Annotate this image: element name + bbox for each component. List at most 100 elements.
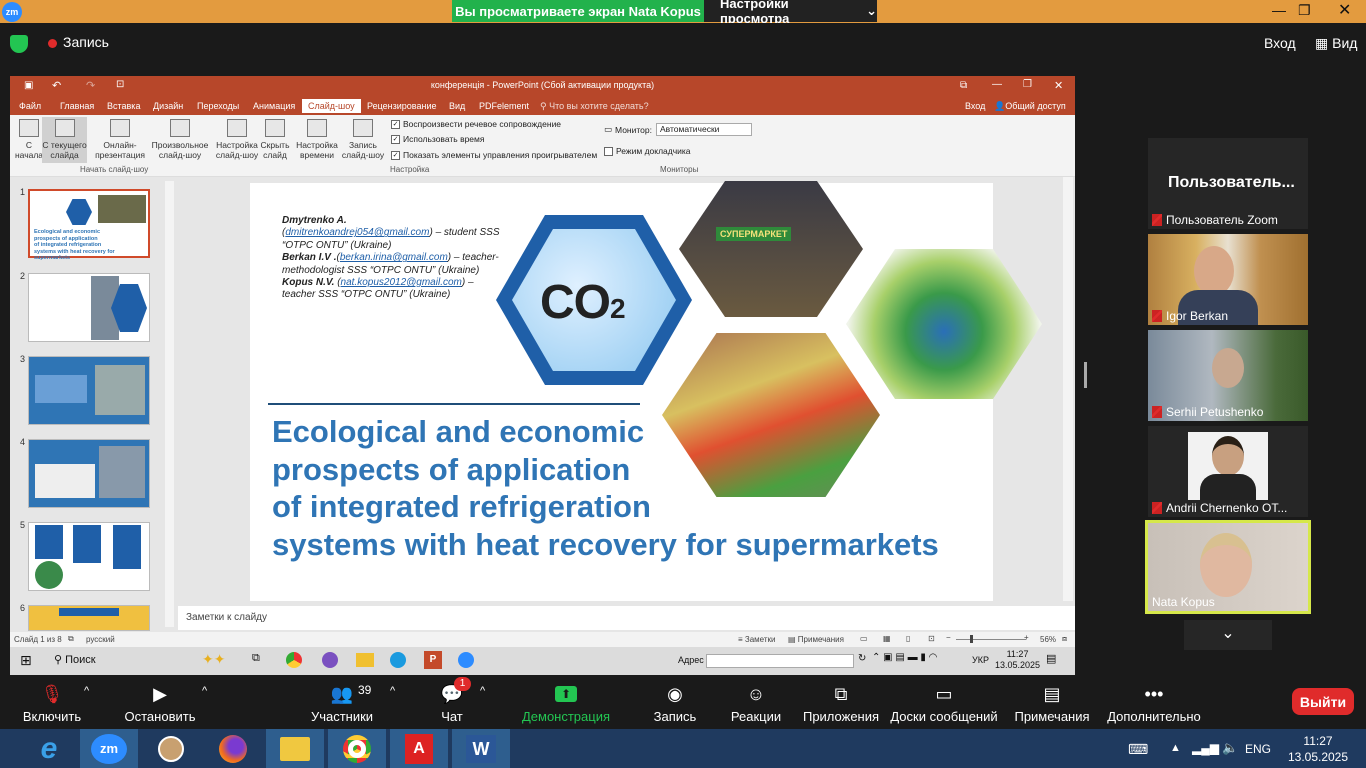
notification-icon[interactable]: ▤ [1046, 652, 1056, 665]
keyboard-icon[interactable]: ⌨ [1128, 741, 1148, 758]
online-presentation-button[interactable]: Онлайн-презентация [90, 119, 150, 160]
slide-scrollbar[interactable] [1063, 177, 1073, 601]
sorter-view-icon[interactable]: ▦ [883, 634, 891, 643]
reactions-button[interactable]: ☺ Реакции [728, 675, 784, 725]
user-app-icon[interactable] [142, 729, 200, 768]
menu-home[interactable]: Главная [60, 101, 94, 111]
view-options-button[interactable]: Настройки просмотра ⌄ [704, 0, 877, 26]
close-icon[interactable]: ✕ [1338, 0, 1351, 20]
more-button[interactable]: ••• Дополнительно [1106, 675, 1202, 725]
participant-tile[interactable]: Andrii Chernenko OT... [1148, 426, 1308, 517]
slide-thumb-2[interactable] [28, 273, 150, 342]
address-input[interactable] [706, 654, 854, 668]
zoom-taskbar-icon[interactable]: zm [80, 729, 138, 768]
ribbon-display-icon[interactable]: ⧉ [960, 80, 967, 91]
normal-view-icon[interactable]: ▭ [860, 634, 868, 643]
custom-slideshow-button[interactable]: Произвольное слайд-шоу [150, 119, 210, 160]
tray-icons[interactable]: ⌃ ▣ ▤ ▬ ▮ ◠ [872, 652, 937, 663]
menu-review[interactable]: Рецензирование [367, 101, 437, 111]
menu-slideshow[interactable]: Слайд-шоу [302, 99, 361, 113]
chrome-icon[interactable] [286, 652, 302, 668]
windows-start-icon[interactable]: ⊞ [20, 652, 32, 669]
remote-clock[interactable]: 11:27 13.05.2025 [995, 649, 1040, 671]
whiteboards-button[interactable]: ▭ Доски сообщений [890, 675, 998, 725]
splitter-handle[interactable] [1084, 362, 1087, 388]
zoom-app-icon[interactable] [458, 652, 474, 668]
viber-icon[interactable] [322, 652, 338, 668]
remote-lang[interactable]: УКР [972, 655, 989, 665]
comments-toggle[interactable]: ▤ Примечания [788, 635, 844, 644]
setup-slideshow-button[interactable]: Настройка слайд-шоу [214, 119, 260, 160]
zoom-slider-thumb[interactable] [970, 635, 973, 643]
maximize-icon[interactable]: ❐ [1298, 2, 1311, 19]
spellcheck-icon[interactable]: ⧉ [68, 634, 74, 644]
edge-icon[interactable] [390, 652, 406, 668]
shield-icon[interactable] [10, 35, 28, 53]
thumbs-scrollbar[interactable] [165, 181, 174, 627]
task-view-icon[interactable]: ⧉ [252, 652, 260, 665]
word-icon[interactable]: W [452, 729, 510, 768]
slide-thumb-5[interactable] [28, 522, 150, 591]
share-button[interactable]: 👤Общий доступ [994, 101, 1066, 112]
participant-tile[interactable]: Пользователь... Пользователь Zoom [1148, 138, 1308, 229]
pp-maximize-icon[interactable]: ❐ [1023, 79, 1032, 90]
system-clock[interactable]: 11:27 13.05.2025 [1278, 733, 1358, 765]
zoom-out-icon[interactable]: − [946, 633, 951, 642]
rehearse-timings-button[interactable]: Настройка времени [294, 119, 340, 160]
remote-search-box[interactable]: ⚲ Поиск [54, 653, 96, 666]
monitor-select[interactable]: Автоматически [656, 123, 752, 136]
menu-insert[interactable]: Вставка [107, 101, 140, 111]
file-explorer-icon[interactable] [266, 729, 324, 768]
chat-chevron-icon[interactable]: ^ [480, 685, 485, 697]
hide-slide-button[interactable]: Скрыть слайд [258, 119, 292, 160]
slide-thumb-3[interactable] [28, 356, 150, 425]
timings-checkbox[interactable]: ✓ Использовать время [391, 134, 484, 144]
fit-slide-icon[interactable]: ⧈ [1062, 634, 1067, 644]
menu-animation[interactable]: Анимация [253, 101, 295, 111]
record-slideshow-button[interactable]: Запись слайд-шоу [338, 119, 388, 160]
menu-file[interactable]: Файл [19, 101, 41, 111]
slide-canvas[interactable]: Dmytrenko A. (dmitrenkoandrej054@gmail.c… [250, 181, 1042, 601]
participant-tile[interactable]: Serhii Petushenko [1148, 330, 1308, 421]
signin-button[interactable]: Вход [965, 101, 985, 111]
pp-close-icon[interactable]: ✕ [1054, 79, 1063, 92]
language-indicator[interactable]: ENG [1245, 742, 1271, 756]
enter-button[interactable]: Вход [1264, 35, 1296, 51]
menu-design[interactable]: Дизайн [153, 101, 183, 111]
ie-icon[interactable]: e [20, 729, 78, 768]
from-current-button[interactable]: С текущего слайда [42, 117, 87, 163]
controls-checkbox[interactable]: ✓ Показать элементы управления проигрыват… [391, 150, 597, 160]
narration-checkbox[interactable]: ✓ Воспроизвести речевое сопровождение [391, 119, 561, 129]
menu-transitions[interactable]: Переходы [197, 101, 239, 111]
record-button[interactable]: ◉ Запись [650, 675, 700, 725]
volume-icon[interactable]: 🔈 [1222, 740, 1238, 756]
slide-thumbnails-pane[interactable]: 1 Ecological and economic prospects of ap… [10, 177, 178, 632]
powerpoint-icon[interactable]: P [424, 651, 442, 669]
zoom-slider[interactable] [956, 639, 1026, 640]
audio-options-chevron-icon[interactable]: ^ [84, 685, 89, 697]
author-email-link[interactable]: berkan.irina@gmail.com [340, 252, 448, 263]
slide-thumb-4[interactable] [28, 439, 150, 508]
menu-pdfelement[interactable]: PDFelement [479, 101, 529, 111]
refresh-icon[interactable]: ↻ [858, 653, 866, 664]
participant-tile[interactable]: Igor Berkan [1148, 234, 1308, 325]
firefox-icon[interactable] [204, 729, 262, 768]
minimize-icon[interactable]: — [1272, 2, 1286, 18]
notes-button[interactable]: ▤ Примечания [1014, 675, 1090, 725]
participant-tile-active[interactable]: Nata Kopus [1145, 520, 1311, 614]
slide-thumb-1[interactable]: Ecological and economic prospects of appl… [28, 189, 150, 261]
leave-button[interactable]: Выйти [1292, 688, 1354, 715]
tell-me-input[interactable]: ⚲ Что вы хотите сделать? [540, 101, 649, 112]
menu-view[interactable]: Вид [449, 101, 465, 111]
presenter-view-checkbox[interactable]: Режим докладчика [604, 146, 691, 156]
notes-toggle[interactable]: ≡ Заметки [738, 635, 776, 644]
scroll-down-chevron-icon[interactable]: ⌄ [1184, 620, 1272, 650]
reading-view-icon[interactable]: ▯ [906, 634, 910, 643]
recording-label[interactable]: Запись [63, 34, 109, 50]
chrome-taskbar-icon[interactable] [328, 729, 386, 768]
participants-chevron-icon[interactable]: ^ [390, 685, 395, 697]
from-start-button[interactable]: С начала [14, 119, 44, 160]
view-button[interactable]: ▦ Вид [1315, 35, 1357, 52]
notes-pane[interactable]: Заметки к слайду [178, 606, 1075, 630]
author-email-link[interactable]: dmitrenkoandrej054@gmail.com [285, 227, 429, 238]
